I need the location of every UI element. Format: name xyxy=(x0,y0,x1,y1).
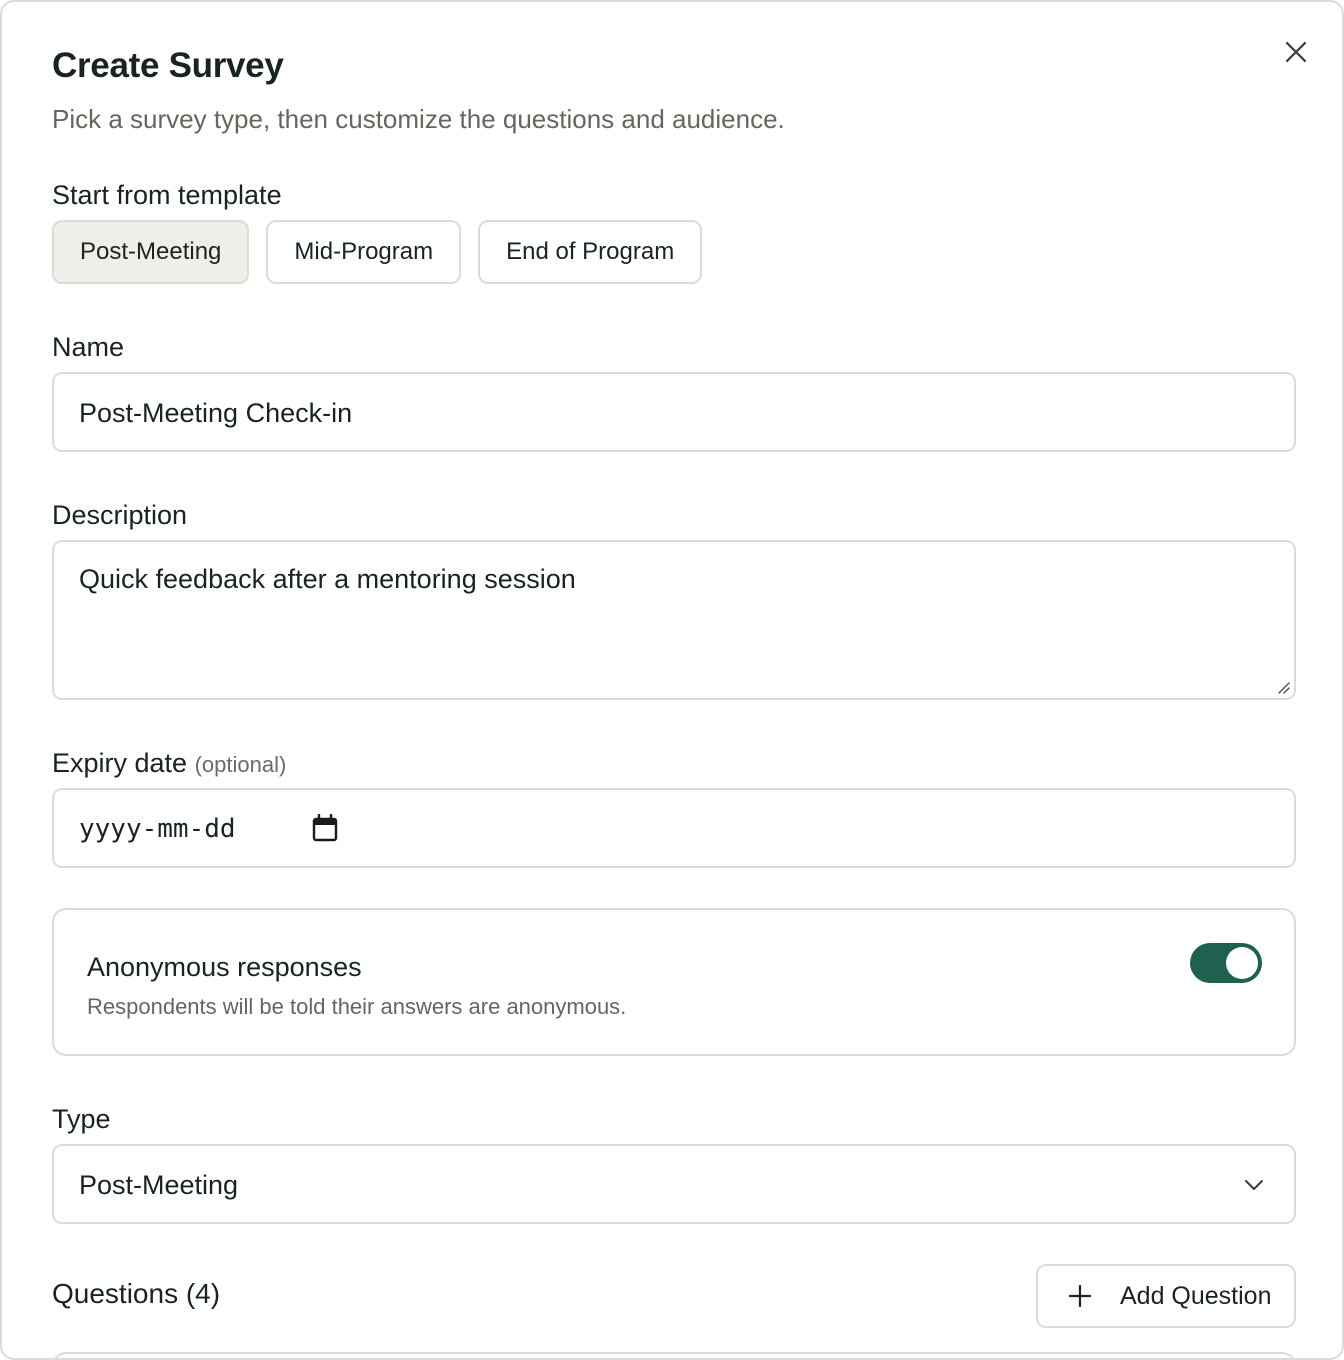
template-end-of-program-button[interactable]: End of Program xyxy=(478,220,703,284)
calendar-icon[interactable] xyxy=(312,814,338,842)
anonymous-responses-title: Anonymous responses xyxy=(87,952,362,982)
anonymous-responses-toggle[interactable] xyxy=(1190,943,1262,983)
type-select-value: Post-Meeting xyxy=(79,1170,239,1200)
expiry-optional-text: (optional) xyxy=(194,752,287,777)
expiry-label-text: Expiry date xyxy=(52,748,188,778)
toggle-knob xyxy=(1226,947,1258,979)
chevron-down-icon xyxy=(1245,1180,1263,1190)
type-label: Type xyxy=(52,1104,111,1134)
name-input[interactable]: Post-Meeting Check-in xyxy=(52,372,1296,452)
template-label: Start from template xyxy=(52,180,282,210)
dialog-title: Create Survey xyxy=(52,46,284,85)
dialog-subtitle: Pick a survey type, then customize the q… xyxy=(52,104,785,134)
expiry-date-placeholder: yyyy-mm-dd xyxy=(79,814,236,844)
name-label: Name xyxy=(52,332,125,362)
expiry-date-input[interactable]: yyyy-mm-dd xyxy=(52,788,1296,868)
name-input-value: Post-Meeting Check-in xyxy=(79,398,353,428)
question-card xyxy=(52,1352,1296,1358)
add-question-label: Add Question xyxy=(1120,1281,1272,1310)
description-label: Description xyxy=(52,500,188,530)
resize-handle-icon[interactable] xyxy=(1276,680,1290,694)
description-textarea-value: Quick feedback after a mentoring session xyxy=(79,564,576,594)
description-textarea[interactable]: Quick feedback after a mentoring session xyxy=(52,540,1296,700)
template-post-meeting-button[interactable]: Post-Meeting xyxy=(52,220,250,284)
plus-icon xyxy=(1068,1284,1092,1308)
add-question-button[interactable]: Add Question xyxy=(1036,1264,1296,1328)
create-survey-dialog: Create Survey Pick a survey type, then c… xyxy=(0,0,1344,1360)
expiry-label: Expiry date (optional) xyxy=(52,748,286,779)
template-mid-program-button[interactable]: Mid-Program xyxy=(266,220,462,284)
close-icon xyxy=(1285,41,1307,63)
anonymous-responses-description: Respondents will be told their answers a… xyxy=(87,994,627,1019)
template-options: Post-Meeting Mid-Program End of Program xyxy=(52,220,703,284)
anonymous-responses-card: Anonymous responses Respondents will be … xyxy=(52,908,1296,1056)
questions-heading: Questions (4) xyxy=(52,1278,221,1309)
type-select[interactable]: Post-Meeting xyxy=(52,1144,1296,1224)
close-button[interactable] xyxy=(1278,34,1314,70)
